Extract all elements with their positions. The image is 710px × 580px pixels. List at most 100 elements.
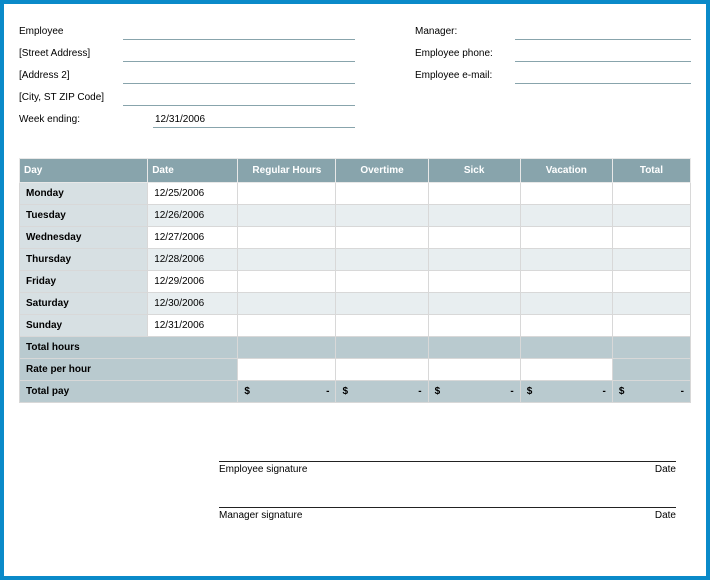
cell-regular[interactable] [238, 227, 336, 249]
cell-total[interactable] [612, 293, 690, 315]
row-total-pay: Total pay $- $- $- $- $- [20, 381, 691, 403]
cell-vacation[interactable] [520, 205, 612, 227]
table-row: Thursday12/28/2006 [20, 249, 691, 271]
header-row-cityzip: [City, ST ZIP Code] [19, 92, 691, 106]
cell-total[interactable] [612, 249, 690, 271]
field-manager[interactable] [515, 26, 691, 40]
label-manager-signature: Manager signature [219, 510, 302, 521]
cell-rate-sick[interactable] [428, 359, 520, 381]
cell-rate-regular[interactable] [238, 359, 336, 381]
signature-manager-row: Manager signature Date [219, 507, 676, 521]
cell-vacation[interactable] [520, 315, 612, 337]
cell-total[interactable] [612, 271, 690, 293]
label-street: [Street Address] [19, 48, 123, 62]
cell-overtime[interactable] [336, 315, 428, 337]
table-row: Monday12/25/2006 [20, 183, 691, 205]
cell-date: 12/30/2006 [148, 293, 238, 315]
cell-sick[interactable] [428, 205, 520, 227]
table-row: Tuesday12/26/2006 [20, 205, 691, 227]
cell-overtime[interactable] [336, 205, 428, 227]
col-total: Total [612, 159, 690, 183]
document-frame: Employee Manager: [Street Address] Emplo… [0, 0, 710, 580]
cell-overtime[interactable] [336, 271, 428, 293]
cell-day: Saturday [20, 293, 148, 315]
table-header-row: Day Date Regular Hours Overtime Sick Vac… [20, 159, 691, 183]
label-address2: [Address 2] [19, 70, 123, 84]
cell-overtime[interactable] [336, 293, 428, 315]
cell-day: Wednesday [20, 227, 148, 249]
cell-regular[interactable] [238, 249, 336, 271]
cell-sick[interactable] [428, 249, 520, 271]
cell-vacation[interactable] [520, 271, 612, 293]
cell-regular[interactable] [238, 293, 336, 315]
cell-rate-total [612, 359, 690, 381]
col-date: Date [148, 159, 238, 183]
table-row: Friday12/29/2006 [20, 271, 691, 293]
cell-vacation[interactable] [520, 249, 612, 271]
cell-day: Friday [20, 271, 148, 293]
cell-overtime[interactable] [336, 227, 428, 249]
cell-vacation[interactable] [520, 227, 612, 249]
cell-sick[interactable] [428, 293, 520, 315]
col-vacation: Vacation [520, 159, 612, 183]
label-manager: Manager: [415, 26, 515, 40]
cell-regular[interactable] [238, 183, 336, 205]
table-row: Sunday12/31/2006 [20, 315, 691, 337]
label-employee: Employee [19, 26, 123, 40]
cell-day: Sunday [20, 315, 148, 337]
cell-vacation[interactable] [520, 183, 612, 205]
cell-total[interactable] [612, 183, 690, 205]
col-regular: Regular Hours [238, 159, 336, 183]
label-rate-per-hour: Rate per hour [20, 359, 238, 381]
cell-vacation[interactable] [520, 293, 612, 315]
col-overtime: Overtime [336, 159, 428, 183]
cell-regular[interactable] [238, 271, 336, 293]
cell-total[interactable] [612, 227, 690, 249]
label-date-2: Date [655, 510, 676, 521]
cell-total-total [612, 337, 690, 359]
cell-regular[interactable] [238, 205, 336, 227]
cell-rate-vacation[interactable] [520, 359, 612, 381]
col-sick: Sick [428, 159, 520, 183]
header-row-employee: Employee Manager: [19, 26, 691, 40]
field-emp-email[interactable] [515, 70, 691, 84]
cell-sick[interactable] [428, 183, 520, 205]
label-employee-signature: Employee signature [219, 464, 307, 475]
timesheet-table: Day Date Regular Hours Overtime Sick Vac… [19, 158, 691, 403]
cell-day: Tuesday [20, 205, 148, 227]
cell-date: 12/28/2006 [148, 249, 238, 271]
cell-total[interactable] [612, 205, 690, 227]
cell-total[interactable] [612, 315, 690, 337]
cell-date: 12/25/2006 [148, 183, 238, 205]
field-employee[interactable] [123, 26, 355, 40]
header-row-address2: [Address 2] Employee e-mail: [19, 70, 691, 84]
field-street[interactable] [123, 48, 355, 62]
cell-date: 12/27/2006 [148, 227, 238, 249]
table-row: Saturday12/30/2006 [20, 293, 691, 315]
label-cityzip: [City, ST ZIP Code] [19, 92, 123, 106]
header-row-week-ending: Week ending: 12/31/2006 [19, 114, 691, 128]
cell-pay-sick: $- [428, 381, 520, 403]
label-total-pay: Total pay [20, 381, 238, 403]
cell-regular[interactable] [238, 315, 336, 337]
cell-date: 12/31/2006 [148, 315, 238, 337]
header-row-street: [Street Address] Employee phone: [19, 48, 691, 62]
col-day: Day [20, 159, 148, 183]
cell-total-vacation [520, 337, 612, 359]
cell-overtime[interactable] [336, 183, 428, 205]
cell-sick[interactable] [428, 227, 520, 249]
cell-pay-regular: $- [238, 381, 336, 403]
row-total-hours: Total hours [20, 337, 691, 359]
cell-sick[interactable] [428, 271, 520, 293]
cell-total-sick [428, 337, 520, 359]
cell-sick[interactable] [428, 315, 520, 337]
field-cityzip[interactable] [123, 92, 355, 106]
field-emp-phone[interactable] [515, 48, 691, 62]
cell-rate-overtime[interactable] [336, 359, 428, 381]
field-week-ending[interactable]: 12/31/2006 [153, 114, 355, 128]
cell-pay-overtime: $- [336, 381, 428, 403]
cell-overtime[interactable] [336, 249, 428, 271]
field-address2[interactable] [123, 70, 355, 84]
label-emp-email: Employee e-mail: [415, 70, 515, 84]
label-emp-phone: Employee phone: [415, 48, 515, 62]
